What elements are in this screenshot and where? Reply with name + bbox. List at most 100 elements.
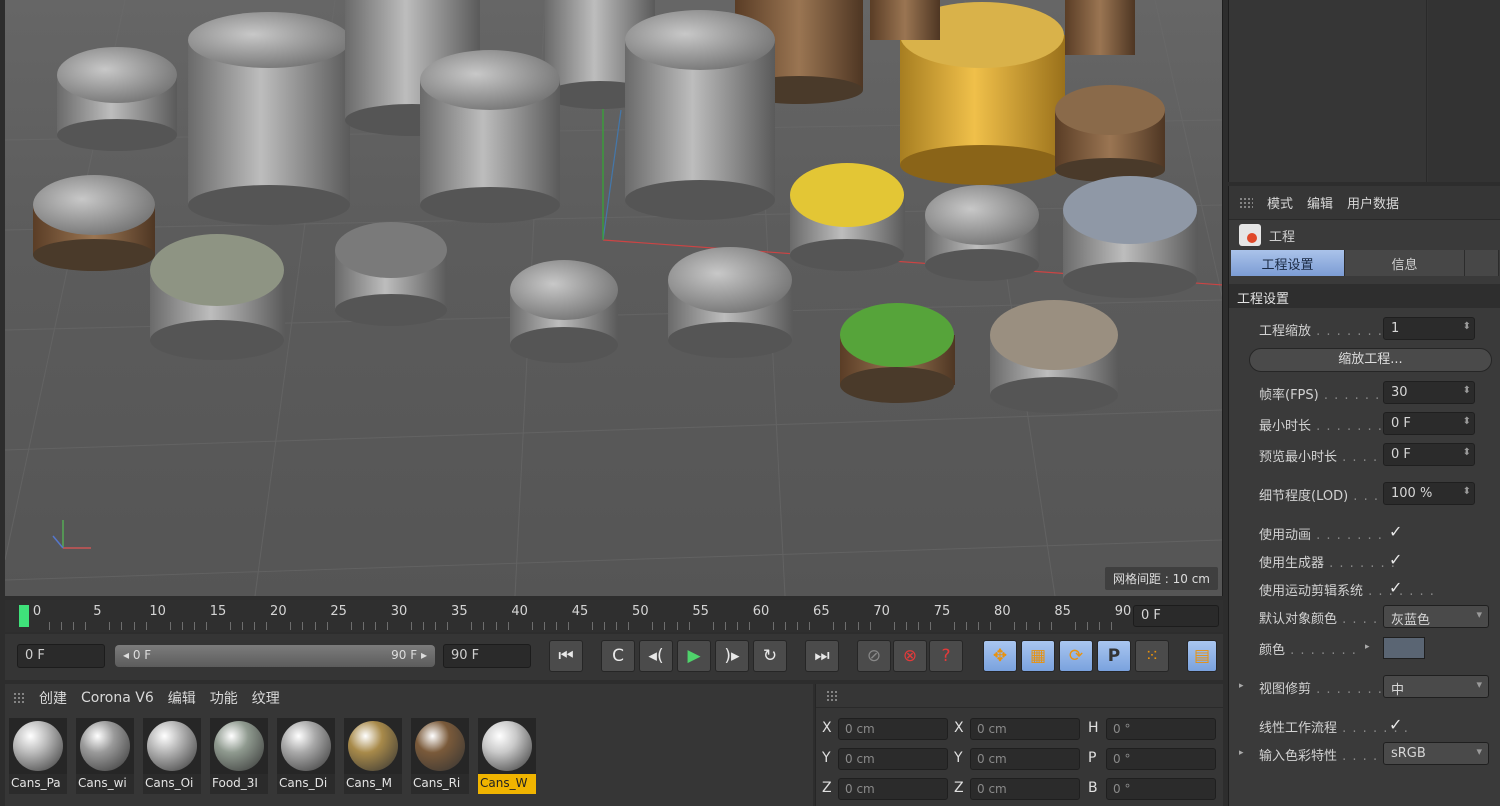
material-item[interactable]: Cans_Di [277,718,335,794]
menu-create[interactable]: 创建 [39,688,67,708]
key-parameter-button[interactable]: P [1097,640,1131,672]
material-menu: 创建 Corona V6 编辑 功能 纹理 [5,684,813,712]
rotation-field[interactable]: 0 ° [1106,718,1216,740]
material-item[interactable]: Cans_Ri [411,718,469,794]
3d-viewport[interactable]: 网格间距 : 10 cm [5,0,1223,596]
next-key-button[interactable]: ↻ [753,640,787,672]
menu-edit[interactable]: 编辑 [1307,193,1333,212]
expand-arrow-icon[interactable]: ▸ [1239,748,1244,758]
grip-icon[interactable] [13,692,25,704]
tab-extra[interactable] [1465,250,1499,276]
current-frame-field[interactable]: 0 F [1133,605,1219,627]
material-item[interactable]: Food_3I [210,718,268,794]
play-button[interactable]: ▶ [677,640,711,672]
tab-info[interactable]: 信息 [1345,250,1465,276]
project-scale-field[interactable]: 1 [1383,317,1475,340]
material-sphere-icon [13,721,63,771]
menu-corona[interactable]: Corona V6 [81,690,154,706]
material-item[interactable]: Cans_wi [76,718,134,794]
end-frame-field[interactable]: 90 F [443,644,531,668]
timeline-minor-tick [893,622,895,630]
frame-range-slider[interactable]: ◂ 0 F 90 F ▸ [115,645,435,667]
lod-field[interactable]: 100 % [1383,482,1475,505]
expand-arrow-icon[interactable]: ▸ [1239,681,1244,691]
object-manager-panel[interactable] [1228,0,1500,182]
timeline-ruler[interactable]: 0 5 10 15 20 25 30 35 40 45 50 55 60 65 70 75 80 85 90 [21,600,1131,630]
timeline-tick-label: 20 [270,604,287,619]
position-field[interactable]: 0 cm [838,748,948,770]
key-position-button[interactable]: ✥ [983,640,1017,672]
timeline-window-button[interactable]: ▤ [1187,640,1217,672]
fps-field[interactable]: 30 [1383,381,1475,404]
position-field[interactable]: 0 cm [838,718,948,740]
menu-mode[interactable]: 模式 [1267,193,1293,212]
timeline-minor-tick [1014,622,1016,630]
points-icon: ⁙ [1144,646,1160,666]
size-field[interactable]: 0 cm [970,748,1080,770]
menu-edit[interactable]: 编辑 [168,688,196,708]
use-motion-system-checkbox[interactable]: ✓ [1389,578,1402,597]
go-to-end-button[interactable]: ⏭ [805,640,839,672]
preview-min-time-field[interactable]: 0 F [1383,443,1475,466]
rotation-field[interactable]: 0 ° [1106,748,1216,770]
previous-key-button[interactable]: C [601,640,635,672]
coordinates-header [816,684,1223,708]
start-frame-field[interactable]: 0 F [17,644,105,668]
tab-project-settings[interactable]: 工程设置 [1231,250,1345,276]
material-item[interactable]: Cans_Pa [9,718,67,794]
auto-key-button[interactable]: ? [929,640,963,672]
timeline-minor-tick [169,622,171,630]
row-fps: 帧率(FPS) 30 [1229,378,1500,409]
timeline-tick-label: 65 [813,604,830,619]
row-use-motion-system: 使用运动剪辑系统 ✓ [1229,574,1500,602]
material-sphere-icon [214,721,264,771]
timeline[interactable]: 0 5 10 15 20 25 30 35 40 45 50 55 60 65 70 75 80 85 90 0 F [5,600,1223,632]
previous-frame-button[interactable]: ◂( [639,640,673,672]
menu-user-data[interactable]: 用户数据 [1347,193,1399,212]
key-scale-button[interactable]: ▦ [1021,640,1055,672]
linear-workflow-checkbox[interactable]: ✓ [1389,715,1402,734]
timeline-minor-tick [1074,622,1076,630]
record-key-button[interactable]: ⊗ [893,640,927,672]
object-tags-column[interactable] [1428,0,1500,182]
default-object-color-dropdown[interactable]: 灰蓝色 [1383,605,1489,628]
record-disabled-button[interactable]: ⊘ [857,640,891,672]
material-sphere-icon [147,721,197,771]
grip-icon[interactable] [1239,196,1253,209]
expand-arrow-icon[interactable]: ▸ [1365,642,1370,652]
grip-icon[interactable] [826,690,838,702]
menu-texture[interactable]: 纹理 [252,688,280,708]
timeline-minor-tick [1098,622,1100,630]
view-clipping-dropdown[interactable]: 中 [1383,675,1489,698]
scale-project-button[interactable]: 缩放工程... [1249,348,1492,372]
rotation-field[interactable]: 0 ° [1106,778,1216,800]
position-field[interactable]: 0 cm [838,778,948,800]
object-list[interactable] [1229,0,1427,182]
input-color-profile-dropdown[interactable]: sRGB [1383,742,1489,765]
playhead[interactable] [19,605,29,627]
rotate-icon: ⟳ [1068,646,1084,666]
key-rotation-button[interactable]: ⟳ [1059,640,1093,672]
timeline-minor-tick [483,622,485,630]
min-time-field[interactable]: 0 F [1383,412,1475,435]
row-project-scale: 工程缩放 1 [1229,314,1500,345]
key-point-level-button[interactable]: ⁙ [1135,640,1169,672]
use-animation-checkbox[interactable]: ✓ [1389,522,1402,541]
material-list: Cans_Pa Cans_wi Cans_Oi Food_3I Cans_Di Cans_… [5,712,813,794]
color-swatch[interactable] [1383,637,1425,659]
use-generators-checkbox[interactable]: ✓ [1389,550,1402,569]
menu-function[interactable]: 功能 [210,688,238,708]
timeline-tick-label: 40 [511,604,528,619]
next-frame-button[interactable]: )▸ [715,640,749,672]
material-item[interactable]: Cans_W [478,718,536,794]
timeline-minor-tick [471,622,473,630]
timeline-minor-tick [604,622,606,630]
material-item[interactable]: Cans_Oi [143,718,201,794]
go-to-start-button[interactable]: ⏮ [549,640,583,672]
previous-frame-icon: ◂( [648,646,664,666]
timeline-tick-label: 30 [390,604,408,619]
material-item[interactable]: Cans_M [344,718,402,794]
size-field[interactable]: 0 cm [970,778,1080,800]
size-field[interactable]: 0 cm [970,718,1080,740]
record-icon: ⊗ [902,646,918,666]
